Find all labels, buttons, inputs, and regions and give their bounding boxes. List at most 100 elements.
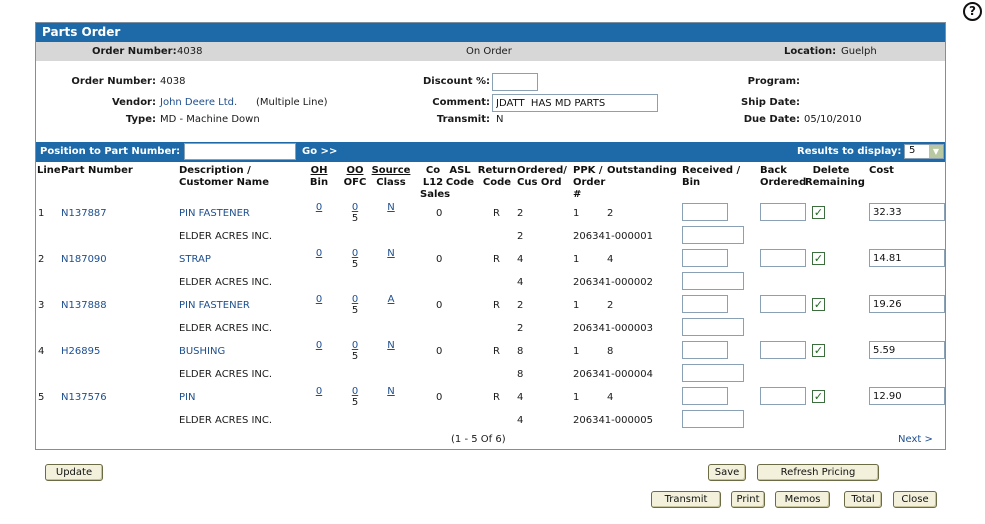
return-code: R <box>493 208 500 219</box>
order-number-label: Order Number: <box>71 76 156 87</box>
cost-input[interactable] <box>869 341 945 359</box>
position-input[interactable] <box>184 143 296 160</box>
order-number: 206341-000001 <box>573 231 653 242</box>
go-link[interactable]: Go >> <box>302 146 337 157</box>
part-number-link[interactable]: N137576 <box>61 391 107 404</box>
transmit-button[interactable]: Transmit <box>651 491 721 508</box>
description-link[interactable]: STRAP <box>179 253 211 266</box>
ppk-value: 1 <box>573 208 580 219</box>
received-input[interactable] <box>682 341 728 359</box>
delete-remaining-checkbox[interactable]: ✓ <box>812 206 825 219</box>
source-class-link[interactable]: N <box>384 385 398 398</box>
cost-input[interactable] <box>869 295 945 313</box>
bin-input[interactable] <box>682 364 744 382</box>
ofc-value: 5 <box>351 351 359 362</box>
comment-input[interactable] <box>492 94 658 112</box>
vendor-link[interactable]: John Deere Ltd. <box>160 97 237 108</box>
delete-remaining-checkbox[interactable]: ✓ <box>812 390 825 403</box>
hdr-cost: Cost <box>869 165 894 176</box>
hdr-co-l12-sales: Co L12 Sales <box>420 165 451 200</box>
vendor-label: Vendor: <box>111 97 156 108</box>
order-number: 206341-000004 <box>573 369 653 380</box>
outstanding-qty: 2 <box>607 208 614 219</box>
order-number: 206341-000005 <box>573 415 653 426</box>
hdr-oo-ofc[interactable]: OO OFC <box>340 165 370 189</box>
oh-link[interactable]: 0 <box>312 293 326 306</box>
close-button[interactable]: Close <box>893 491 937 508</box>
cost-input[interactable] <box>869 249 945 267</box>
back-ordered-input[interactable] <box>760 295 806 313</box>
oh-link[interactable]: 0 <box>312 339 326 352</box>
part-number-link[interactable]: N187090 <box>61 253 107 266</box>
part-number-link[interactable]: H26895 <box>61 345 100 358</box>
type-value: MD - Machine Down <box>160 114 260 125</box>
position-bar: Position to Part Number: Go >> Results t… <box>36 142 945 162</box>
description-link[interactable]: BUSHING <box>179 345 225 358</box>
description-link[interactable]: PIN FASTENER <box>179 207 250 220</box>
save-button[interactable]: Save <box>708 464 746 481</box>
received-input[interactable] <box>682 203 728 221</box>
print-button[interactable]: Print <box>731 491 765 508</box>
co-l12-sales: 0 <box>436 392 443 403</box>
refresh-pricing-button[interactable]: Refresh Pricing <box>757 464 879 481</box>
memos-button[interactable]: Memos <box>775 491 830 508</box>
delete-remaining-checkbox[interactable]: ✓ <box>812 252 825 265</box>
ppk-value: 1 <box>573 346 580 357</box>
bin-input[interactable] <box>682 410 744 428</box>
description-link[interactable]: PIN <box>179 391 195 404</box>
part-number-link[interactable]: N137888 <box>61 299 107 312</box>
return-code: R <box>493 254 500 265</box>
oh-link[interactable]: 0 <box>312 385 326 398</box>
co-l12-sales: 0 <box>436 208 443 219</box>
part-number-link[interactable]: N137887 <box>61 207 107 220</box>
total-button[interactable]: Total <box>844 491 882 508</box>
program-label: Program: <box>747 76 800 87</box>
line-number: 5 <box>38 392 45 403</box>
delete-remaining-checkbox[interactable]: ✓ <box>812 298 825 311</box>
summary-order-value: 4038 <box>177 46 203 57</box>
results-select[interactable]: 5 ▼ <box>904 144 944 159</box>
ofc-value: 5 <box>351 213 359 224</box>
description-link[interactable]: PIN FASTENER <box>179 299 250 312</box>
hdr-outstanding: Outstanding <box>607 165 677 176</box>
summary-order-label: Order Number: <box>92 46 177 57</box>
received-input[interactable] <box>682 249 728 267</box>
return-code: R <box>493 346 500 357</box>
source-class-link[interactable]: N <box>384 201 398 214</box>
discount-input[interactable] <box>492 73 538 91</box>
received-input[interactable] <box>682 387 728 405</box>
ordered-qty: 4 <box>517 254 524 265</box>
bin-input[interactable] <box>682 272 744 290</box>
received-input[interactable] <box>682 295 728 313</box>
cost-input[interactable] <box>869 387 945 405</box>
update-button[interactable]: Update <box>45 464 103 481</box>
oh-link[interactable]: 0 <box>312 201 326 214</box>
back-ordered-input[interactable] <box>760 249 806 267</box>
ordered-qty: 2 <box>517 208 524 219</box>
back-ordered-input[interactable] <box>760 341 806 359</box>
vendor-note: (Multiple Line) <box>256 97 328 108</box>
line-number: 1 <box>38 208 45 219</box>
delete-remaining-checkbox[interactable]: ✓ <box>812 344 825 357</box>
bin-input[interactable] <box>682 318 744 336</box>
cus-ord-qty: 4 <box>517 277 524 288</box>
source-class-link[interactable]: N <box>384 339 398 352</box>
oh-link[interactable]: 0 <box>312 247 326 260</box>
back-ordered-input[interactable] <box>760 387 806 405</box>
back-ordered-input[interactable] <box>760 203 806 221</box>
transmit-value: N <box>496 114 504 125</box>
outstanding-qty: 2 <box>607 300 614 311</box>
panel-title: Parts Order <box>36 23 945 42</box>
help-icon[interactable]: ? <box>963 2 982 21</box>
cost-input[interactable] <box>869 203 945 221</box>
next-page-link[interactable]: Next > <box>898 434 933 445</box>
ppk-value: 1 <box>573 300 580 311</box>
source-class-link[interactable]: A <box>384 293 398 306</box>
bin-input[interactable] <box>682 226 744 244</box>
hdr-ppk-order: PPK / Order # <box>573 165 606 200</box>
source-class-link[interactable]: N <box>384 247 398 260</box>
hdr-source-class[interactable]: Source Class <box>370 165 412 189</box>
discount-label: Discount %: <box>423 76 490 87</box>
cus-ord-qty: 2 <box>517 231 524 242</box>
hdr-oh-bin[interactable]: OH Bin <box>304 165 334 189</box>
